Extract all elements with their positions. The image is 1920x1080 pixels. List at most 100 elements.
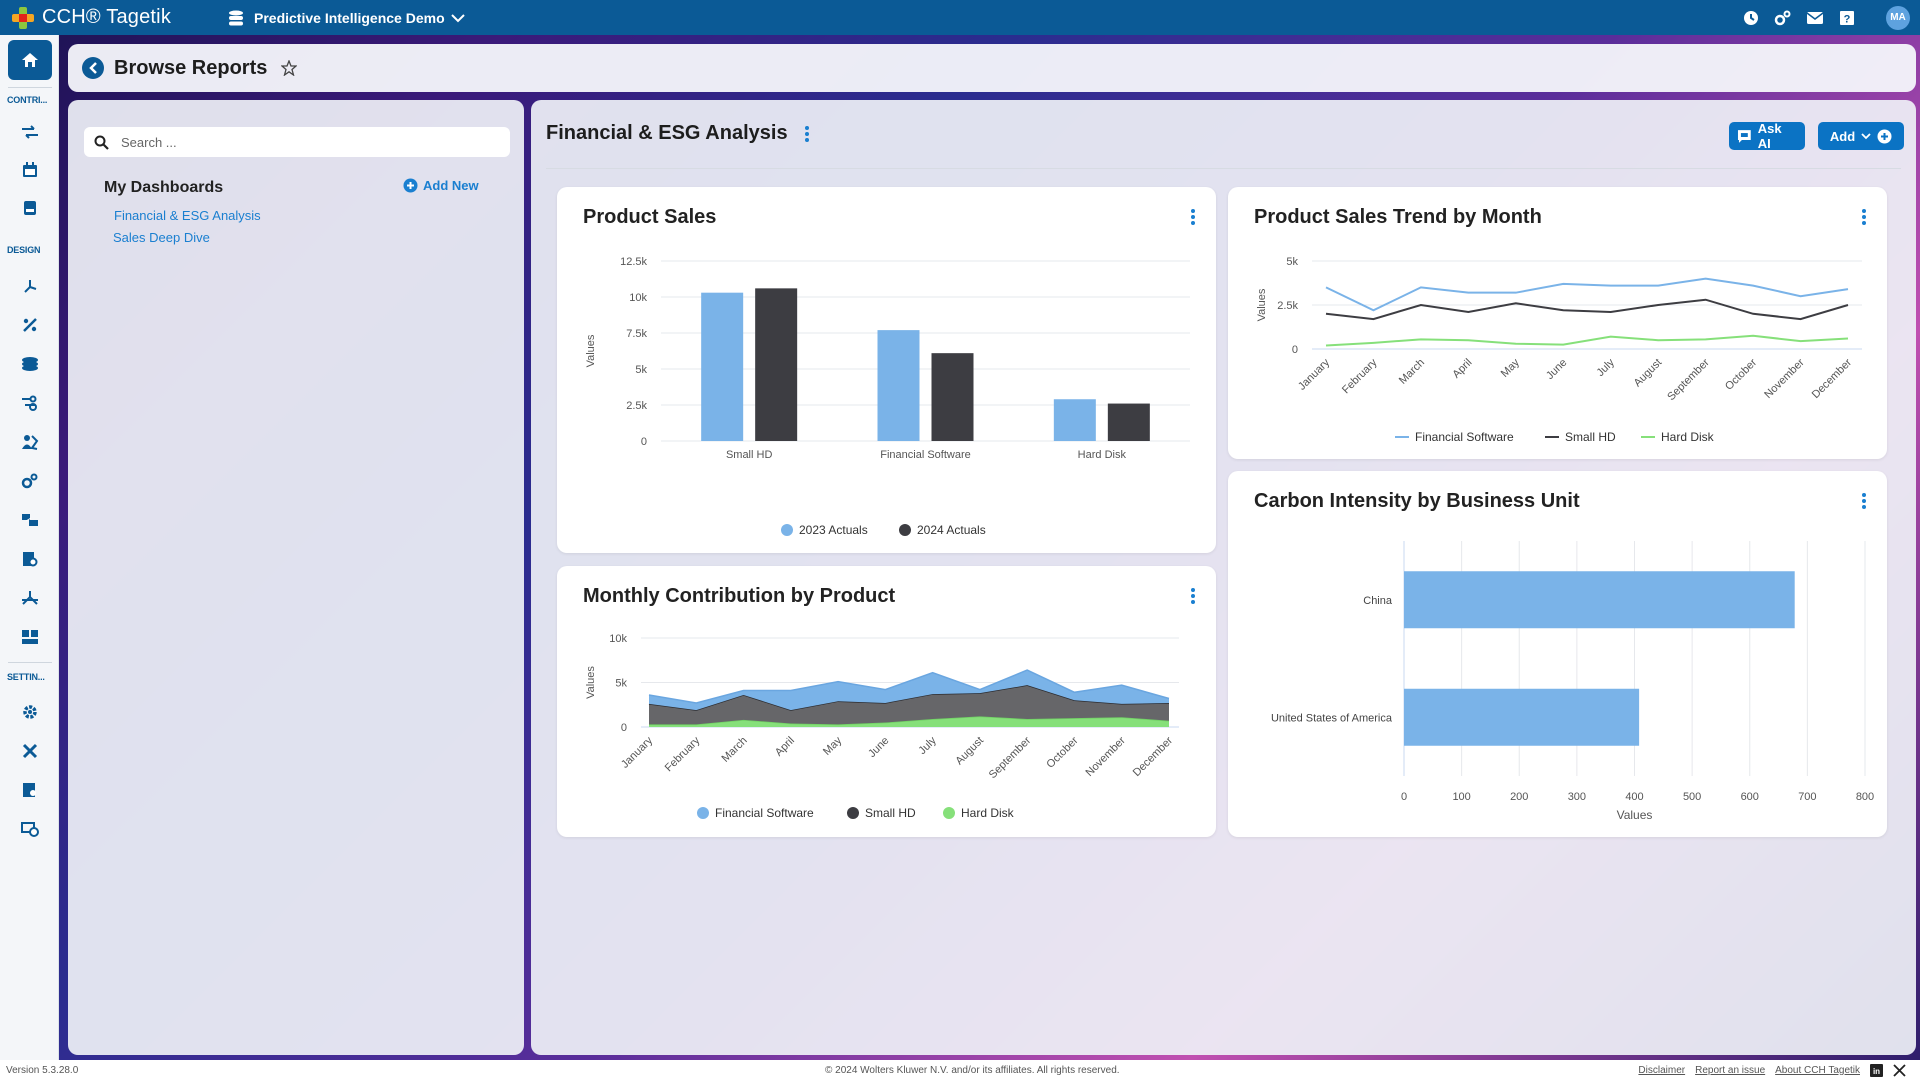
tools-icon[interactable]	[19, 740, 41, 762]
dashboard-title-bar: Financial & ESG Analysis	[546, 122, 812, 145]
product-sales-card: Product Sales 0 2.5k 5k 7.5k 10k 12.5k Values S…	[557, 187, 1216, 553]
legend-label: Financial Software	[1415, 430, 1514, 444]
carbon-intensity-card: Carbon Intensity by Business Unit 0 100 20…	[1228, 471, 1887, 837]
sidebar-home-button[interactable]	[8, 40, 52, 80]
bar	[701, 292, 744, 441]
report-settings-icon[interactable]	[19, 548, 41, 570]
dashboard-link[interactable]: Sales Deep Dive	[113, 230, 210, 245]
y-tick-label: 5k	[635, 364, 647, 376]
plus-circle-icon	[403, 178, 418, 193]
percent-icon[interactable]	[19, 314, 41, 336]
carbon-intensity-chart: 0 100 200 300 400 500 600 700 800 Values China Unit…	[1271, 541, 1874, 822]
ask-ai-button[interactable]: Ask AI	[1729, 121, 1805, 151]
x-tick-label: 800	[1856, 791, 1874, 803]
product-sales-trend-card: Product Sales Trend by Month 0 2.5k 5k Valu…	[1228, 187, 1887, 459]
add-new-dashboard-button[interactable]: Add New	[403, 178, 479, 193]
legend-label: Hard Disk	[961, 806, 1015, 820]
version-label: Version 5.3.28.0	[6, 1064, 79, 1076]
y-axis-label: Values	[585, 334, 597, 367]
x-tick-label: October	[1723, 356, 1759, 392]
browse-reports-header: Browse Reports	[68, 44, 1916, 92]
chat-bot-icon	[1737, 129, 1751, 143]
ask-ai-label: Ask AI	[1757, 121, 1782, 151]
top-bar: CCH® Tagetik Predictive Intelligence Dem…	[0, 0, 1920, 35]
dashboard-link[interactable]: Financial & ESG Analysis	[114, 208, 261, 223]
x-tick-label: January	[619, 734, 656, 771]
chevron-left-icon	[89, 62, 97, 74]
workspace-selector[interactable]: Predictive Intelligence Demo	[228, 10, 475, 26]
sidebar: CONTRI... DESIGN SETTIN...	[0, 35, 59, 1060]
settings-icon[interactable]	[19, 701, 41, 723]
monthly-contribution-chart: 0 5k 10k Values January February March April May…	[585, 633, 1179, 820]
calendar-icon[interactable]	[19, 159, 41, 181]
x-tick-label: December	[1131, 734, 1176, 779]
x-tick-label: December	[1810, 356, 1855, 401]
x-tick-label: July	[916, 734, 939, 757]
x-tick-label: May	[821, 734, 845, 758]
bar	[1053, 399, 1096, 441]
user-avatar[interactable]: MA	[1886, 5, 1910, 30]
add-label: Add	[1829, 128, 1856, 144]
bar	[755, 288, 798, 441]
flow-settings-icon[interactable]	[19, 392, 41, 414]
workspace-name: Predictive Intelligence Demo	[254, 9, 445, 26]
legend-label: 2023 Actuals	[799, 523, 868, 537]
y-axis-label: Values	[585, 666, 597, 699]
y-axis-label: Values	[1256, 288, 1268, 321]
bar	[1404, 571, 1795, 629]
database-icon	[229, 10, 243, 25]
help-icon[interactable]: ?	[1838, 9, 1856, 27]
clock-icon[interactable]	[1742, 9, 1760, 27]
x-tick-label: 700	[1798, 791, 1816, 803]
document-icon[interactable]	[19, 197, 41, 219]
hierarchy-icon[interactable]	[19, 275, 41, 297]
star-icon[interactable]	[281, 60, 298, 76]
sidebar-section-label: SETTIN...	[7, 672, 45, 682]
brand-logo[interactable]: CCH® Tagetik	[12, 6, 212, 29]
workflow-icon[interactable]	[19, 121, 41, 143]
x-social-icon[interactable]	[1893, 1063, 1906, 1077]
about-link[interactable]: About CCH Tagetik	[1775, 1065, 1860, 1076]
my-dashboards-heading: My Dashboards	[104, 179, 224, 196]
x-tick-label: March	[720, 735, 750, 765]
data-transfer-icon[interactable]	[19, 509, 41, 531]
users-icon[interactable]	[19, 431, 41, 453]
add-widget-button[interactable]: Add	[1818, 122, 1904, 150]
search-box[interactable]	[84, 127, 510, 157]
schedule-icon[interactable]	[19, 818, 41, 840]
y-tick-label: 10k	[629, 292, 647, 304]
series-line	[1325, 277, 1849, 312]
y-tick-label: 0	[621, 722, 627, 734]
legend-label: Small HD	[1565, 430, 1616, 444]
network-icon[interactable]	[19, 587, 41, 609]
legend-marker	[847, 807, 859, 819]
chevron-down-icon	[450, 13, 465, 22]
security-icon[interactable]	[19, 779, 41, 801]
dashboard-icon[interactable]	[19, 626, 41, 648]
search-input[interactable]	[121, 134, 501, 150]
x-tick-label: November	[1083, 734, 1128, 779]
legend-marker	[697, 807, 709, 819]
x-tick-label: 600	[1741, 791, 1759, 803]
copyright: © 2024 Wolters Kluwer N.V. and/or its af…	[825, 1064, 1120, 1076]
legend-label: Financial Software	[715, 806, 814, 820]
y-tick-label: 5k	[615, 678, 627, 690]
x-tick-label: May	[1499, 356, 1523, 380]
gears-icon[interactable]	[1774, 9, 1792, 27]
x-tick-label: January	[1296, 356, 1333, 393]
dashboard-title: Financial & ESG Analysis	[546, 122, 788, 144]
y-tick-label: United States of America	[1271, 712, 1393, 724]
gears-icon[interactable]	[19, 470, 41, 492]
mail-icon[interactable]	[1806, 9, 1824, 27]
more-options-icon[interactable]	[802, 125, 812, 142]
linkedin-icon[interactable]: in	[1870, 1063, 1883, 1077]
disclaimer-link[interactable]: Disclaimer	[1638, 1065, 1685, 1076]
report-issue-link[interactable]: Report an issue	[1695, 1065, 1765, 1076]
add-new-label: Add New	[423, 178, 479, 193]
x-tick-label: March	[1397, 357, 1427, 387]
svg-text:in: in	[1873, 1067, 1880, 1076]
back-button[interactable]	[82, 57, 104, 79]
sidebar-section-label: DESIGN	[7, 245, 41, 255]
y-tick-label: 7.5k	[626, 328, 647, 340]
layers-icon[interactable]	[19, 353, 41, 375]
